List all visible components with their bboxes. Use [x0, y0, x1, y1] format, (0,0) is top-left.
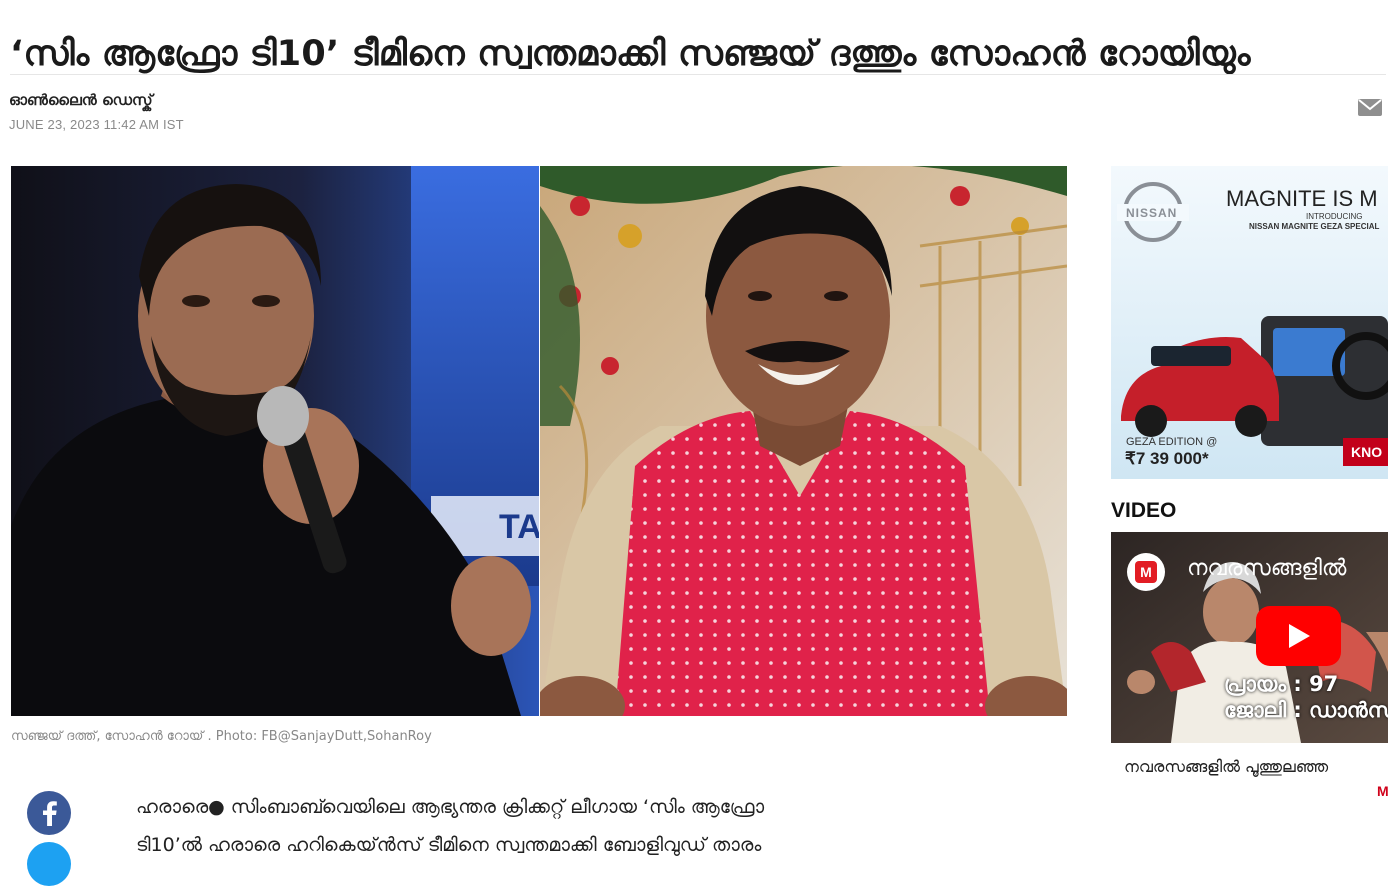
body-line: ടി10’ൽ ഹരാരെ ഹറികെയ്ൻസ് ടീമിനെ സ്വന്തമാക… [136, 834, 762, 856]
headline-divider [10, 74, 1386, 75]
facebook-icon [43, 801, 57, 826]
play-button[interactable] [1256, 606, 1341, 666]
photo-sohan-roy [540, 166, 1067, 716]
video-overlay-age: പ്രായം : 97 [1224, 672, 1339, 696]
mail-icon[interactable] [1357, 98, 1383, 117]
photo-caption: സഞ്ജയ് ദത്ത്, സോഹൻ റോയ് . Photo: FB@Sanj… [11, 729, 432, 744]
ad-cta: KNO [1351, 444, 1383, 460]
body-line: ഹരാരെ● സിംബാബ്‍വെയിലെ ആഭ്യന്തര ക്രിക്കറ്… [136, 796, 765, 818]
publish-date: JUNE 23, 2023 11:42 AM IST [9, 117, 184, 132]
ad-headline: MAGNITE IS M [1226, 186, 1378, 211]
ad-subline: NISSAN MAGNITE GEZA SPECIAL [1249, 222, 1380, 231]
svg-text:TA: TA [499, 508, 539, 546]
manorama-logo-icon: M [1127, 553, 1165, 591]
author-name[interactable]: ഓൺലൈൻ ഡെസ്ക് [9, 91, 153, 109]
video-overlay-title: നവരസങ്ങളിൽ [1187, 556, 1347, 581]
facebook-share-button[interactable] [27, 791, 71, 835]
play-icon [1288, 624, 1310, 648]
nissan-ad[interactable]: NISSAN MAGNITE IS M INTRODUCING NISSAN M… [1111, 166, 1388, 479]
ad-brand: NISSAN [1126, 206, 1178, 220]
article-headline: ‘സിം ആഫ്രോ ടി10’ ടീമിനെ സ്വന്തമാക്കി സഞ്… [10, 34, 1251, 75]
more-marker: M [1377, 783, 1388, 799]
ad-edition: GEZA EDITION @ [1126, 436, 1218, 448]
ad-price: ₹7 39 000* [1125, 449, 1209, 468]
video-thumbnail[interactable]: M നവരസങ്ങളിൽ പ്രായം : 97 ജോലി : ഡാൻസ [1111, 532, 1388, 743]
article-photo: TA [11, 166, 1067, 716]
video-overlay-job: ജോലി : ഡാൻസ [1224, 698, 1388, 722]
article-body: ഹരാരെ● സിംബാബ്‍വെയിലെ ആഭ്യന്തര ക്രിക്കറ്… [136, 788, 896, 864]
video-section-label: VIDEO [1111, 499, 1177, 522]
photo-sanjay-dutt: TA [11, 166, 539, 716]
ad-introducing: INTRODUCING [1306, 212, 1363, 221]
twitter-share-button[interactable] [27, 842, 71, 886]
video-title-link[interactable]: നവരസങ്ങളിൽ പൂത്തുലഞ്ഞ [1124, 757, 1388, 777]
